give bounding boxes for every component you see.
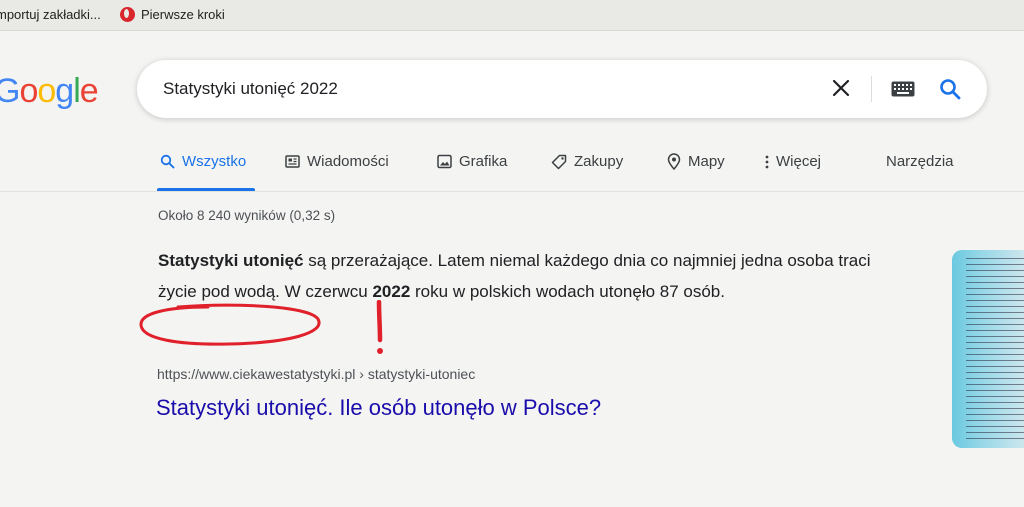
search-box <box>137 60 987 118</box>
featured-snippet: Statystyki utonięć są przerażające. Late… <box>158 245 878 307</box>
tabs-divider <box>0 191 1024 192</box>
image-icon <box>437 154 452 169</box>
tab-label: Zakupy <box>574 153 624 170</box>
tab-images[interactable]: Grafika <box>437 153 507 170</box>
snippet-text: roku w polskich wodach utonęło 87 osób. <box>410 282 725 301</box>
keyboard-icon <box>891 81 915 97</box>
search-input[interactable] <box>161 76 765 102</box>
tab-label: Narzędzia <box>886 153 954 170</box>
more-dots-icon <box>765 155 769 168</box>
result-stats: Około 8 240 wyników (0,32 s) <box>158 208 336 223</box>
search-tabs: Wszystko Wiadomości Grafika Zakupy Mapy <box>0 145 1024 191</box>
result-title-link[interactable]: Statystyki utonięć. Ile osób utonęło w P… <box>156 395 601 421</box>
news-icon <box>285 155 300 168</box>
clear-button[interactable] <box>827 74 855 102</box>
result-url[interactable]: https://www.ciekawestatystyki.pl › staty… <box>157 366 475 382</box>
tab-maps[interactable]: Mapy <box>667 153 725 170</box>
search-icon <box>940 79 961 100</box>
tab-news[interactable]: Wiadomości <box>285 153 389 170</box>
tab-label: Więcej <box>776 153 822 170</box>
tab-label: Wiadomości <box>307 153 389 170</box>
tab-all[interactable]: Wszystko <box>160 153 246 170</box>
bookmarks-bar: mportuj zakładki... Pierwsze kroki <box>0 0 1024 31</box>
tab-more[interactable]: Więcej <box>765 153 821 170</box>
result-thumbnail[interactable] <box>952 250 1024 448</box>
tab-tools[interactable]: Narzędzia <box>886 153 954 170</box>
clear-icon <box>832 79 850 97</box>
tab-label: Grafika <box>459 153 508 170</box>
tab-shopping[interactable]: Zakupy <box>551 153 623 170</box>
map-pin-icon <box>667 153 681 170</box>
bookmark-import[interactable]: mportuj zakładki... <box>0 7 101 22</box>
tab-label: Wszystko <box>182 153 247 170</box>
tab-label: Mapy <box>688 153 725 170</box>
snippet-bold: Statystyki utonięć <box>158 251 304 270</box>
snippet-bold: 2022 <box>372 282 411 301</box>
annotation-circle <box>139 303 321 346</box>
tag-icon <box>551 154 567 169</box>
google-logo[interactable]: Google <box>0 72 99 111</box>
keyboard-button[interactable] <box>889 78 917 100</box>
bookmark-label: Pierwsze kroki <box>141 7 225 22</box>
search-divider <box>871 76 872 102</box>
opera-icon <box>120 7 135 22</box>
bookmark-pierwsze-kroki[interactable]: Pierwsze kroki <box>120 7 225 22</box>
magnifier-tab-icon <box>160 154 175 169</box>
annotation-exclamation <box>376 300 383 354</box>
search-button[interactable] <box>935 74 965 104</box>
thumbnail-content <box>966 258 1024 440</box>
